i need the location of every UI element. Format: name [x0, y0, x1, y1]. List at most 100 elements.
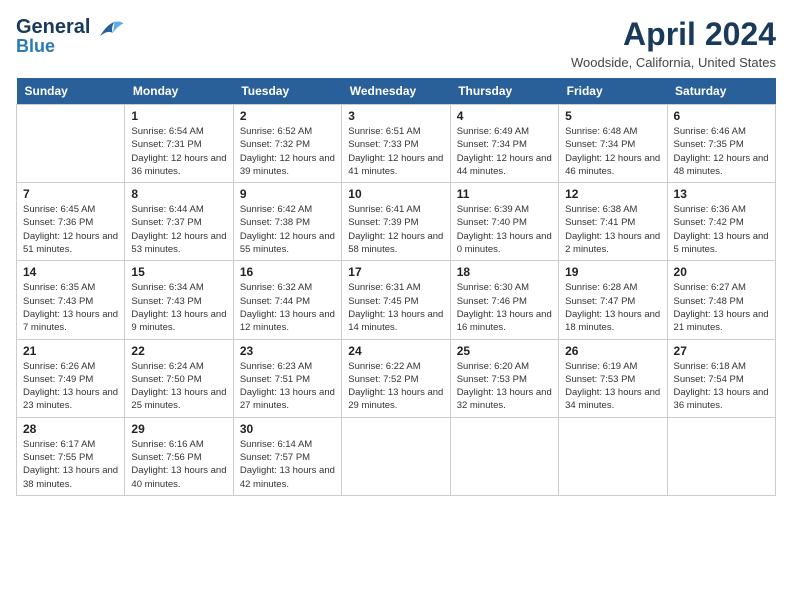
day-number: 3 [348, 109, 443, 123]
day-number: 11 [457, 187, 552, 201]
calendar-cell [450, 417, 558, 495]
day-number: 4 [457, 109, 552, 123]
calendar-cell [17, 105, 125, 183]
day-number: 23 [240, 344, 335, 358]
day-number: 22 [131, 344, 226, 358]
day-detail: Sunrise: 6:22 AMSunset: 7:52 PMDaylight:… [348, 360, 443, 413]
day-detail: Sunrise: 6:31 AMSunset: 7:45 PMDaylight:… [348, 281, 443, 334]
day-detail: Sunrise: 6:45 AMSunset: 7:36 PMDaylight:… [23, 203, 118, 256]
day-number: 27 [674, 344, 769, 358]
day-detail: Sunrise: 6:34 AMSunset: 7:43 PMDaylight:… [131, 281, 226, 334]
calendar-cell: 26 Sunrise: 6:19 AMSunset: 7:53 PMDayligh… [559, 339, 667, 417]
day-number: 1 [131, 109, 226, 123]
calendar-cell [342, 417, 450, 495]
day-detail: Sunrise: 6:26 AMSunset: 7:49 PMDaylight:… [23, 360, 118, 413]
calendar-cell: 9 Sunrise: 6:42 AMSunset: 7:38 PMDaylight… [233, 183, 341, 261]
day-number: 12 [565, 187, 660, 201]
day-detail: Sunrise: 6:19 AMSunset: 7:53 PMDaylight:… [565, 360, 660, 413]
day-detail: Sunrise: 6:30 AMSunset: 7:46 PMDaylight:… [457, 281, 552, 334]
day-detail: Sunrise: 6:51 AMSunset: 7:33 PMDaylight:… [348, 125, 443, 178]
calendar-cell: 29Sunrise: 6:16 AMSunset: 7:56 PMDayligh… [125, 417, 233, 495]
weekday-header: Monday [125, 78, 233, 105]
day-detail: Sunrise: 6:54 AMSunset: 7:31 PMDaylight:… [131, 125, 226, 178]
day-number: 30 [240, 422, 335, 436]
calendar-header-row: SundayMondayTuesdayWednesdayThursdayFrid… [17, 78, 776, 105]
calendar-week-row: 1 Sunrise: 6:54 AMSunset: 7:31 PMDaylight… [17, 105, 776, 183]
day-detail: Sunrise: 6:24 AMSunset: 7:50 PMDaylight:… [131, 360, 226, 413]
day-number: 19 [565, 265, 660, 279]
calendar-cell [559, 417, 667, 495]
calendar-cell: 23 Sunrise: 6:23 AMSunset: 7:51 PMDayligh… [233, 339, 341, 417]
day-number: 13 [674, 187, 769, 201]
day-detail: Sunrise: 6:23 AMSunset: 7:51 PMDaylight:… [240, 360, 335, 413]
calendar-cell: 18 Sunrise: 6:30 AMSunset: 7:46 PMDayligh… [450, 261, 558, 339]
calendar-cell: 3 Sunrise: 6:51 AMSunset: 7:33 PMDaylight… [342, 105, 450, 183]
weekday-header: Wednesday [342, 78, 450, 105]
calendar-cell: 2 Sunrise: 6:52 AMSunset: 7:32 PMDaylight… [233, 105, 341, 183]
day-number: 9 [240, 187, 335, 201]
calendar-cell: 24 Sunrise: 6:22 AMSunset: 7:52 PMDayligh… [342, 339, 450, 417]
calendar-cell: 16 Sunrise: 6:32 AMSunset: 7:44 PMDayligh… [233, 261, 341, 339]
calendar-cell: 12 Sunrise: 6:38 AMSunset: 7:41 PMDayligh… [559, 183, 667, 261]
calendar-cell: 28 Sunrise: 6:17 AMSunset: 7:55 PMDayligh… [17, 417, 125, 495]
calendar-cell: 19 Sunrise: 6:28 AMSunset: 7:47 PMDayligh… [559, 261, 667, 339]
day-detail: Sunrise: 6:14 AMSunset: 7:57 PMDaylight:… [240, 438, 335, 491]
day-number: 7 [23, 187, 118, 201]
calendar-cell: 8Sunrise: 6:44 AMSunset: 7:37 PMDaylight… [125, 183, 233, 261]
day-detail: Sunrise: 6:32 AMSunset: 7:44 PMDaylight:… [240, 281, 335, 334]
calendar-cell: 7 Sunrise: 6:45 AMSunset: 7:36 PMDaylight… [17, 183, 125, 261]
calendar-cell: 17Sunrise: 6:31 AMSunset: 7:45 PMDayligh… [342, 261, 450, 339]
day-detail: Sunrise: 6:48 AMSunset: 7:34 PMDaylight:… [565, 125, 660, 178]
day-number: 16 [240, 265, 335, 279]
day-detail: Sunrise: 6:52 AMSunset: 7:32 PMDaylight:… [240, 125, 335, 178]
day-number: 10 [348, 187, 443, 201]
weekday-header: Saturday [667, 78, 775, 105]
calendar-week-row: 21 Sunrise: 6:26 AMSunset: 7:49 PMDayligh… [17, 339, 776, 417]
calendar-cell: 22 Sunrise: 6:24 AMSunset: 7:50 PMDayligh… [125, 339, 233, 417]
day-number: 2 [240, 109, 335, 123]
day-number: 18 [457, 265, 552, 279]
calendar-week-row: 14 Sunrise: 6:35 AMSunset: 7:43 PMDayligh… [17, 261, 776, 339]
day-number: 24 [348, 344, 443, 358]
calendar-cell: 20Sunrise: 6:27 AMSunset: 7:48 PMDayligh… [667, 261, 775, 339]
weekday-header: Tuesday [233, 78, 341, 105]
day-detail: Sunrise: 6:20 AMSunset: 7:53 PMDaylight:… [457, 360, 552, 413]
day-detail: Sunrise: 6:41 AMSunset: 7:39 PMDaylight:… [348, 203, 443, 256]
day-number: 21 [23, 344, 118, 358]
page-header: General Blue April 2024 Woodside, Califo… [16, 16, 776, 70]
calendar-cell: 4 Sunrise: 6:49 AMSunset: 7:34 PMDaylight… [450, 105, 558, 183]
day-detail: Sunrise: 6:39 AMSunset: 7:40 PMDaylight:… [457, 203, 552, 256]
day-detail: Sunrise: 6:49 AMSunset: 7:34 PMDaylight:… [457, 125, 552, 178]
day-detail: Sunrise: 6:28 AMSunset: 7:47 PMDaylight:… [565, 281, 660, 334]
day-number: 26 [565, 344, 660, 358]
weekday-header: Thursday [450, 78, 558, 105]
calendar-cell: 25 Sunrise: 6:20 AMSunset: 7:53 PMDayligh… [450, 339, 558, 417]
calendar-cell: 27Sunrise: 6:18 AMSunset: 7:54 PMDayligh… [667, 339, 775, 417]
calendar-cell: 10 Sunrise: 6:41 AMSunset: 7:39 PMDayligh… [342, 183, 450, 261]
calendar-cell: 11 Sunrise: 6:39 AMSunset: 7:40 PMDayligh… [450, 183, 558, 261]
calendar-week-row: 28 Sunrise: 6:17 AMSunset: 7:55 PMDayligh… [17, 417, 776, 495]
day-detail: Sunrise: 6:35 AMSunset: 7:43 PMDaylight:… [23, 281, 118, 334]
day-number: 28 [23, 422, 118, 436]
calendar-cell: 21 Sunrise: 6:26 AMSunset: 7:49 PMDayligh… [17, 339, 125, 417]
calendar-cell: 6 Sunrise: 6:46 AMSunset: 7:35 PMDaylight… [667, 105, 775, 183]
calendar-cell [667, 417, 775, 495]
day-detail: Sunrise: 6:38 AMSunset: 7:41 PMDaylight:… [565, 203, 660, 256]
weekday-header: Sunday [17, 78, 125, 105]
location: Woodside, California, United States [571, 55, 776, 70]
title-area: April 2024 Woodside, California, United … [571, 16, 776, 70]
day-number: 6 [674, 109, 769, 123]
weekday-header: Friday [559, 78, 667, 105]
day-number: 20 [674, 265, 769, 279]
day-detail: Sunrise: 6:42 AMSunset: 7:38 PMDaylight:… [240, 203, 335, 256]
day-number: 25 [457, 344, 552, 358]
day-number: 15 [131, 265, 226, 279]
calendar-cell: 13Sunrise: 6:36 AMSunset: 7:42 PMDayligh… [667, 183, 775, 261]
day-number: 14 [23, 265, 118, 279]
calendar-cell: 14 Sunrise: 6:35 AMSunset: 7:43 PMDayligh… [17, 261, 125, 339]
day-detail: Sunrise: 6:16 AMSunset: 7:56 PMDaylight:… [131, 438, 226, 491]
day-number: 8 [131, 187, 226, 201]
day-detail: Sunrise: 6:46 AMSunset: 7:35 PMDaylight:… [674, 125, 769, 178]
calendar-table: SundayMondayTuesdayWednesdayThursdayFrid… [16, 78, 776, 496]
day-detail: Sunrise: 6:17 AMSunset: 7:55 PMDaylight:… [23, 438, 118, 491]
